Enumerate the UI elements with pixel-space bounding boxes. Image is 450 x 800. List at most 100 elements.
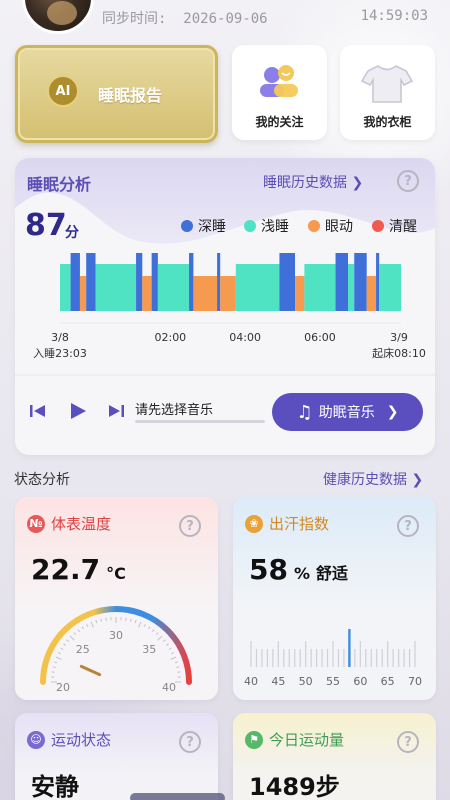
- walking-icon: ⚑: [245, 730, 263, 749]
- start-date-label: 3/8: [51, 331, 69, 344]
- today-activity-title: 今日运动量: [269, 731, 345, 749]
- gauge-tick: [52, 666, 56, 669]
- sleep-segment-bar: [348, 264, 355, 311]
- music-progress-track[interactable]: [135, 420, 265, 423]
- sleep-start-label: 入睡23:03: [33, 347, 87, 360]
- scale-tick-label: 45: [271, 675, 285, 688]
- body-temperature-card[interactable]: № 体表温度 ? 22.7 °C 20 25 30 35 40: [15, 497, 218, 700]
- chevron-right-icon: ❯: [351, 175, 364, 191]
- people-icon: [260, 65, 298, 97]
- gauge-tick-label: 20: [56, 681, 70, 694]
- sleep-segment-bar: [95, 264, 137, 311]
- status-analysis-title: 状态分析: [14, 472, 70, 488]
- gauge-tick: [162, 639, 166, 643]
- gauge-tick-label: 25: [76, 643, 90, 656]
- scale-tick-label: 40: [244, 675, 258, 688]
- my-follow-card[interactable]: 我的关注: [232, 45, 327, 140]
- end-date-label: 3/9: [390, 331, 408, 344]
- shirt-icon: [360, 65, 414, 103]
- help-icon[interactable]: ?: [179, 515, 201, 537]
- sleep-segment-bar: [86, 253, 96, 311]
- gauge-tick: [95, 620, 98, 624]
- gauge-tick: [73, 632, 77, 636]
- gauge-tick: [176, 666, 180, 669]
- gauge-tick: [168, 647, 172, 651]
- motion-state-value: 安静: [31, 773, 79, 800]
- wake-label: 起床08:10: [372, 346, 426, 360]
- gauge-tick: [77, 629, 80, 633]
- gauge-tick: [57, 652, 61, 655]
- gauge-tick: [100, 618, 103, 622]
- scale-tick-label: 55: [326, 675, 340, 688]
- sleep-segment-bar: [304, 264, 336, 311]
- help-icon[interactable]: ?: [397, 731, 419, 753]
- next-track-icon[interactable]: [107, 404, 125, 418]
- person-icon: ☺: [27, 730, 45, 749]
- sleep-segment-bar: [366, 276, 377, 311]
- home-indicator: [130, 793, 225, 800]
- motion-state-card[interactable]: ☺ 运动状态 ? 安静: [15, 713, 218, 800]
- sleep-segment-bar: [376, 253, 380, 311]
- sweat-index-scale: 40 45 50 55 60 65 70: [244, 629, 422, 688]
- gauge-tick: [138, 621, 142, 628]
- ai-badge-icon: AI: [47, 75, 79, 107]
- temperature-gauge: 20 25 30 35 40: [40, 606, 192, 694]
- gauge-tick: [90, 621, 94, 628]
- gauge-tick: [55, 656, 62, 660]
- sleep-segment-bar: [235, 264, 280, 311]
- gauge-tick: [69, 635, 75, 641]
- previous-track-icon[interactable]: [29, 404, 47, 418]
- gauge-tick-label: 40: [162, 681, 176, 694]
- sweat-unit: %: [293, 564, 310, 583]
- help-icon[interactable]: ?: [397, 515, 419, 537]
- time-tick-label: 04:00: [229, 331, 261, 344]
- gauge-tick: [63, 643, 67, 646]
- gauge-needle: [79, 664, 102, 677]
- play-icon[interactable]: [69, 402, 87, 420]
- my-wardrobe-label: 我的衣柜: [363, 115, 412, 129]
- legend-light-dot: [244, 220, 256, 232]
- legend-rem-dot: [308, 220, 320, 232]
- sleep-segment-bar: [70, 253, 80, 311]
- my-wardrobe-card[interactable]: 我的衣柜: [340, 45, 435, 140]
- sleep-analysis-title: 睡眠分析: [27, 175, 92, 194]
- sweat-index-card[interactable]: ❀ 出汗指数 ? 58% 舒适 40 45 50 55 60 65 70: [233, 497, 436, 700]
- sweat-index-title: 出汗指数: [269, 515, 330, 533]
- sleep-segment-bar: [79, 276, 87, 311]
- motion-state-title: 运动状态: [51, 731, 112, 749]
- time-tick-label: 02:00: [154, 331, 186, 344]
- gauge-tick: [155, 632, 159, 636]
- sleep-segment-bar: [354, 253, 367, 311]
- scale-tick-label: 60: [353, 675, 367, 688]
- sweat-index-value: 58% 舒适: [249, 553, 349, 586]
- sleep-history-link[interactable]: 睡眠历史数据 ❯: [263, 172, 363, 192]
- gauge-tick: [165, 643, 169, 646]
- help-icon[interactable]: ?: [179, 731, 201, 753]
- sleep-music-button[interactable]: ♫ 助眠音乐 ❯: [272, 393, 423, 431]
- gauge-tick: [81, 626, 85, 630]
- sleep-segment-bar: [295, 276, 305, 311]
- gauge-tick: [157, 635, 163, 641]
- gauge-tick: [171, 652, 175, 655]
- ai-sleep-report-card[interactable]: AI 睡眠报告: [15, 45, 218, 143]
- temperature-unit: °C: [106, 564, 126, 583]
- today-activity-card[interactable]: ⚑ 今日运动量 ? 1489步: [233, 713, 436, 800]
- sync-date: 2026-09-06: [183, 11, 268, 27]
- legend-light: 浅睡: [244, 216, 289, 236]
- health-history-link[interactable]: 健康历史数据 ❯: [323, 469, 423, 489]
- gauge-tick: [174, 661, 178, 664]
- time-tick-label: 06:00: [304, 331, 336, 344]
- chevron-right-icon: ❯: [386, 404, 399, 420]
- legend-deep-dot: [181, 220, 193, 232]
- gauge-tick: [129, 618, 132, 622]
- gauge-tick: [147, 626, 151, 630]
- gauge-tick: [134, 620, 137, 624]
- help-icon[interactable]: ?: [397, 170, 419, 192]
- sweat-comfort-label: 舒适: [316, 564, 349, 583]
- sleep-segment-bar: [60, 264, 71, 311]
- scale-tick-label: 65: [381, 675, 395, 688]
- sleep-score: 87: [25, 208, 67, 243]
- gauge-tick: [86, 623, 89, 627]
- sleep-segment-bar: [217, 253, 221, 311]
- body-temperature-title: 体表温度: [51, 515, 112, 533]
